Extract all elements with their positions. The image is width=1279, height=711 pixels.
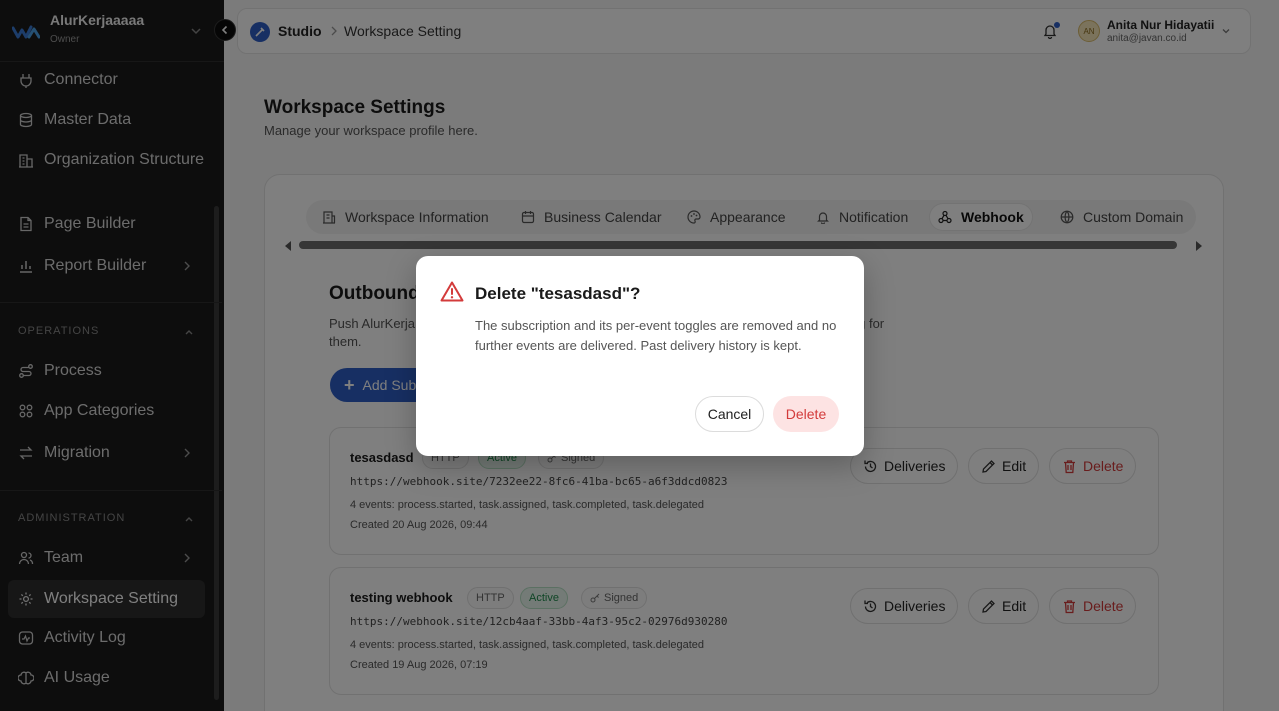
dialog-title: Delete "tesasdasd"? [475, 284, 641, 303]
cancel-button[interactable]: Cancel [695, 396, 764, 432]
delete-confirm-dialog: Delete "tesasdasd"? The subscription and… [416, 256, 864, 456]
dialog-body: The subscription and its per-event toggl… [475, 318, 837, 353]
warning-icon [440, 281, 464, 302]
confirm-delete-button[interactable]: Delete [773, 396, 839, 432]
